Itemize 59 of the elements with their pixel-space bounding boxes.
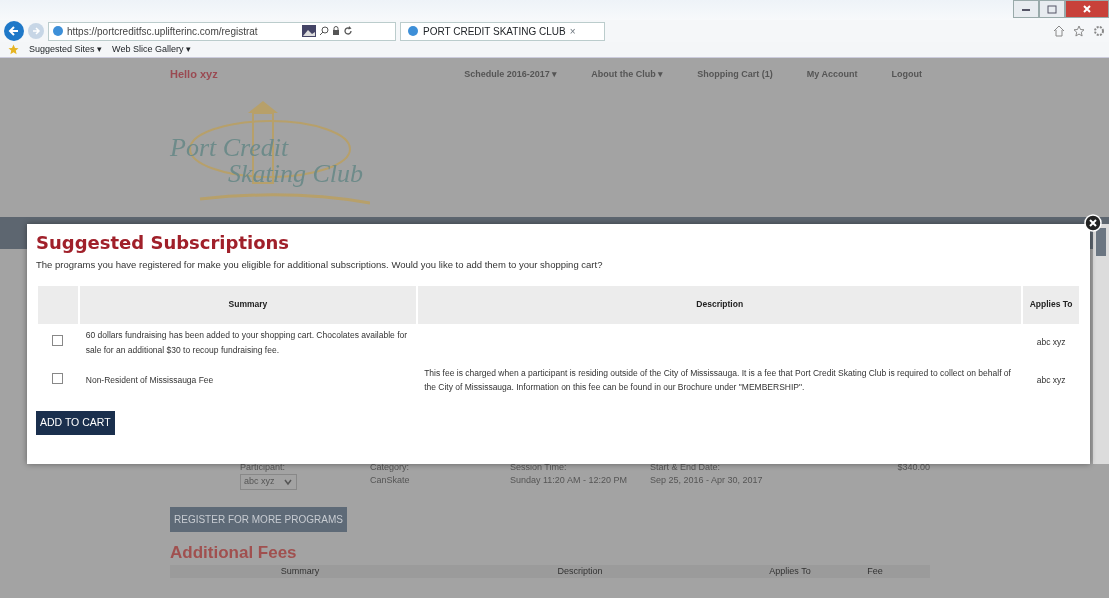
column-header: Applies To	[1023, 285, 1079, 324]
forward-arrow-icon	[31, 26, 41, 36]
dialog-title: Suggested Subscriptions	[36, 232, 291, 254]
greeting: Hello xyz	[170, 67, 218, 82]
close-icon	[1082, 4, 1092, 15]
nav-link[interactable]: Logout	[891, 67, 922, 81]
field-value: Sunday 11:20 AM - 12:20 PM	[510, 474, 628, 487]
dropdown-caret-icon	[282, 477, 293, 486]
favorites-link[interactable]: Web Slice Gallery ▾	[112, 42, 191, 57]
back-arrow-icon	[8, 25, 20, 37]
star-icon[interactable]	[1073, 25, 1085, 37]
close-icon[interactable]	[1084, 214, 1102, 232]
field-value: CanSkate	[370, 474, 411, 487]
table-cell-text: Non-Resident of Mississauga Fee	[84, 374, 215, 388]
checkbox[interactable]	[52, 334, 64, 346]
column-header: Summary	[79, 285, 417, 324]
favorites-star-icon[interactable]	[8, 44, 19, 55]
add-to-cart-button[interactable]: ADD TO CART	[36, 411, 115, 436]
checkbox[interactable]	[52, 372, 64, 384]
column-header: Description	[556, 567, 604, 576]
club-logo: Port Credit Skating Club	[170, 98, 370, 207]
dialog-intro: The programs you have registered for make you eligible for additional subscriptions. Would you like to add them to your shopping cart?	[36, 257, 604, 272]
column-header: Fee	[866, 567, 884, 576]
section-title: Additional Fees	[170, 541, 298, 564]
nav-link[interactable]: Shopping Cart (1)	[697, 67, 773, 81]
field-label: Session Time:	[510, 460, 568, 474]
nav-link[interactable]: About the Club ▾	[591, 67, 664, 81]
table-cell-text: This fee is charged when a participant is residing outside of the City of Mississauga. It is a fee that Port Credit Skating Club is required to collect on behalf of the City of Mississauga. Information on this fee can be found in our Brochure under "MEMBERSHIP".	[423, 366, 1012, 395]
field-label: Start & End Date:	[650, 460, 722, 474]
table-cell-text: abc xyz	[1035, 336, 1067, 350]
browser-tab[interactable]: PORT CREDIT SKATING CLUB ×	[400, 21, 605, 41]
address-bar[interactable]: https://portcreditfsc.uplifterinc.com/registrat	[48, 21, 396, 41]
minimize-icon	[1021, 6, 1031, 13]
tab-close[interactable]: ×	[569, 23, 576, 39]
column-header: Summary	[279, 567, 321, 576]
column-header: Description	[418, 285, 1022, 324]
field-label: Category:	[370, 460, 411, 474]
search-icon[interactable]	[319, 26, 329, 36]
lock-icon[interactable]	[332, 26, 340, 36]
scrollbar[interactable]	[1093, 224, 1109, 464]
refresh-icon[interactable]	[343, 26, 353, 36]
back-button[interactable]	[4, 21, 24, 41]
restore-icon	[1047, 4, 1057, 14]
close-window-button[interactable]	[1065, 0, 1109, 18]
field-label: Participant:	[240, 460, 287, 474]
table-cell-text: abc xyz	[1035, 374, 1067, 388]
image-icon	[302, 25, 316, 37]
nav-link[interactable]: My Account	[806, 67, 858, 81]
table-cell-text: 60 dollars fundraising has been added to your shopping cart. Chocolates available for sale for an additional $30 to recoup fundraising fee.	[84, 328, 409, 357]
column-header: Applies To	[768, 567, 812, 576]
tab-title: PORT CREDIT SKATING CLUB	[423, 24, 566, 39]
price: $340.00	[897, 460, 930, 474]
minimize-button[interactable]	[1013, 0, 1039, 18]
field-value: Sep 25, 2016 - Apr 30, 2017	[650, 474, 764, 487]
participant-select[interactable]: abc xyz	[240, 474, 297, 490]
favorites-link[interactable]: Suggested Sites ▾	[29, 42, 103, 57]
register-more-button[interactable]: REGISTER FOR MORE PROGRAMS	[170, 506, 347, 532]
nav-link[interactable]: Schedule 2016-2017 ▾	[464, 67, 558, 81]
home-icon[interactable]	[1053, 25, 1065, 37]
